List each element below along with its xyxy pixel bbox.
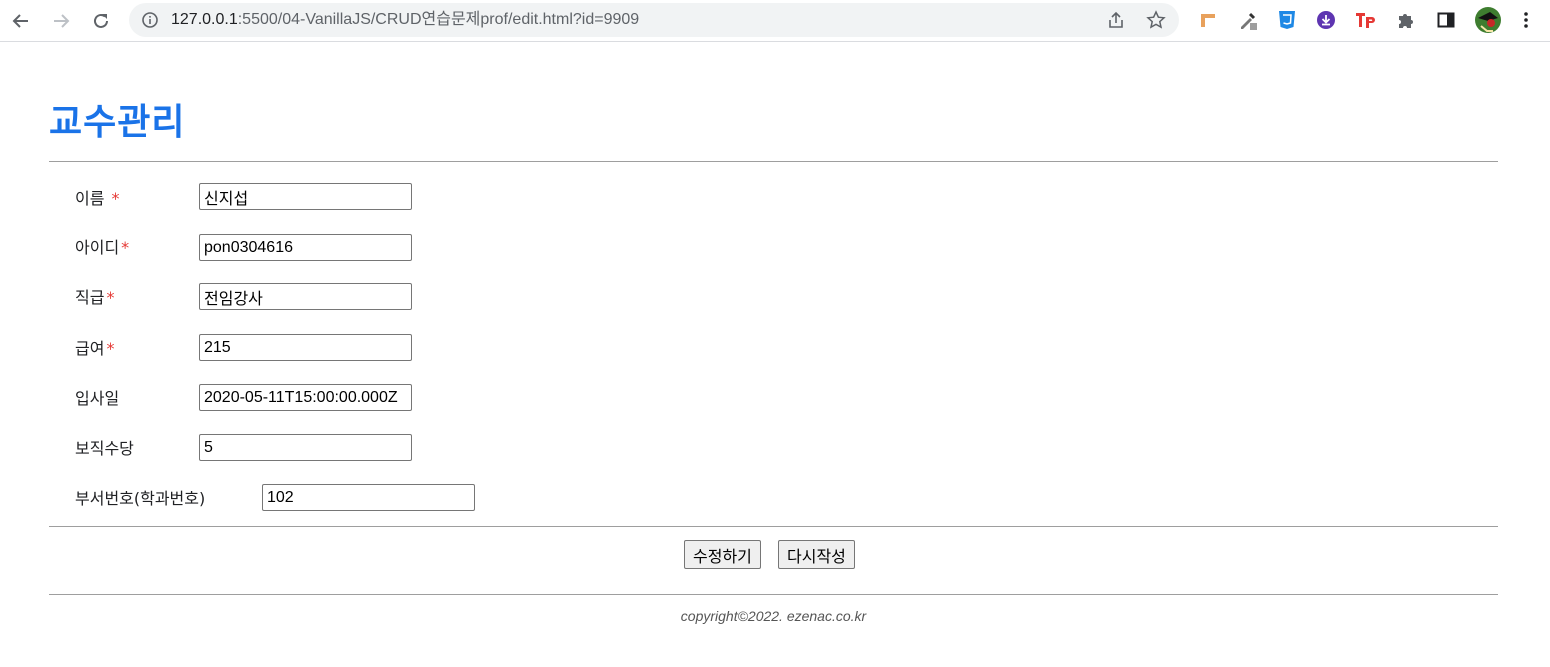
back-button[interactable] bbox=[6, 6, 36, 36]
profile-avatar[interactable] bbox=[1474, 6, 1502, 34]
comm-label: 보직수당 bbox=[75, 435, 134, 459]
salary-label: 급여 * bbox=[75, 335, 114, 359]
page-title: 교수관리 bbox=[49, 102, 186, 143]
address-bar[interactable]: 127.0.0.1:5500/04-VanillaJS/CRUD연습문제prof… bbox=[129, 3, 1179, 37]
salary-label-text: 급여 bbox=[75, 339, 105, 358]
reload-button[interactable] bbox=[86, 6, 116, 36]
required-mark: * bbox=[106, 288, 115, 307]
eyedropper-icon bbox=[1241, 12, 1257, 30]
extension-download-icon[interactable] bbox=[1315, 9, 1337, 31]
deptno-label: 부서번호(학과번호) bbox=[75, 485, 205, 509]
extension-eyedropper-icon[interactable] bbox=[1237, 9, 1259, 31]
forward-button[interactable] bbox=[46, 6, 76, 36]
userid-label-text: 아이디 bbox=[75, 238, 120, 257]
css3-icon bbox=[1279, 11, 1295, 29]
back-arrow-icon bbox=[12, 14, 28, 28]
userid-input[interactable] bbox=[199, 234, 412, 261]
userid-label: 아이디 * bbox=[75, 234, 129, 258]
required-mark: * bbox=[106, 339, 115, 358]
forward-arrow-icon bbox=[54, 14, 70, 28]
deptno-input[interactable] bbox=[262, 484, 475, 511]
bookmark-star-icon[interactable] bbox=[1146, 10, 1166, 30]
info-icon[interactable] bbox=[141, 11, 159, 29]
more-vertical-icon bbox=[1524, 12, 1528, 28]
side-panel-icon bbox=[1437, 12, 1455, 28]
name-label: 이름 * bbox=[75, 185, 120, 209]
url-host: 127.0.0.1 bbox=[171, 11, 238, 28]
avatar-icon bbox=[1475, 7, 1501, 33]
comm-label-text: 보직수당 bbox=[75, 439, 134, 458]
hiredate-label: 입사일 bbox=[75, 385, 119, 409]
name-input[interactable] bbox=[199, 183, 412, 210]
tp-icon bbox=[1356, 13, 1375, 28]
footer-copyright: copyright©2022. ezenac.co.kr bbox=[680, 608, 867, 624]
ruler-icon bbox=[1201, 14, 1215, 27]
comm-input[interactable] bbox=[199, 434, 412, 461]
url-text[interactable]: 127.0.0.1:5500/04-VanillaJS/CRUD연습문제prof… bbox=[171, 11, 639, 29]
top-divider bbox=[49, 161, 1498, 162]
submit-button[interactable]: 수정하기 bbox=[684, 540, 761, 569]
hiredate-label-text: 입사일 bbox=[75, 389, 120, 408]
deptno-label-text: 부서번호(학과번호) bbox=[75, 489, 206, 508]
side-panel-button[interactable] bbox=[1435, 9, 1457, 31]
url-path: :5500/04-VanillaJS/CRUD연습문제prof/edit.htm… bbox=[237, 11, 640, 28]
footer-divider bbox=[49, 594, 1498, 595]
puzzle-piece-icon bbox=[1399, 14, 1413, 28]
hiredate-input[interactable] bbox=[199, 384, 412, 411]
browser-toolbar: 127.0.0.1:5500/04-VanillaJS/CRUD연습문제prof… bbox=[0, 0, 1550, 42]
browser-menu-button[interactable] bbox=[1515, 9, 1537, 31]
extension-tp-icon[interactable] bbox=[1355, 9, 1377, 31]
required-mark: * bbox=[121, 238, 130, 257]
position-label-text: 직급 bbox=[75, 288, 105, 307]
download-circle-icon bbox=[1317, 11, 1335, 29]
reset-button[interactable]: 다시작성 bbox=[778, 540, 855, 569]
name-label-text: 이름 bbox=[75, 189, 105, 208]
extension-ruler-icon[interactable] bbox=[1197, 9, 1219, 31]
salary-input[interactable] bbox=[199, 334, 412, 361]
form-divider bbox=[49, 526, 1498, 527]
reload-icon bbox=[94, 13, 108, 28]
required-mark: * bbox=[111, 189, 120, 208]
position-input[interactable] bbox=[199, 283, 412, 310]
extension-css-icon[interactable] bbox=[1276, 9, 1298, 31]
position-label: 직급 * bbox=[75, 284, 114, 308]
extensions-button[interactable] bbox=[1395, 9, 1417, 31]
share-icon[interactable] bbox=[1106, 10, 1126, 30]
